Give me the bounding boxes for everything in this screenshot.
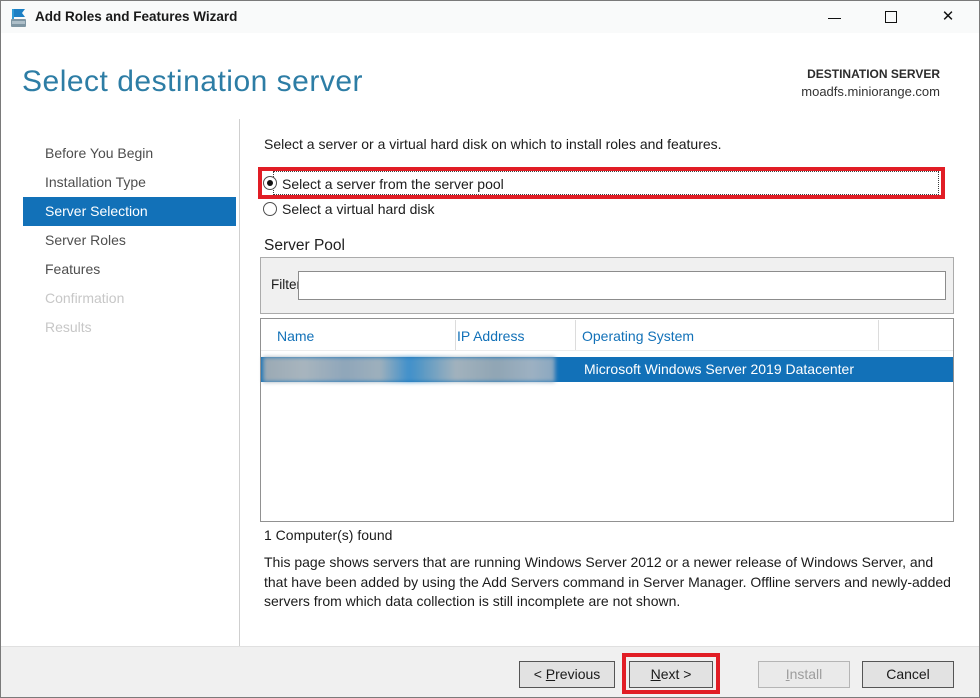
server-manager-icon [10, 8, 30, 28]
install-button: Install [758, 661, 850, 688]
radio-selected-dot [267, 180, 273, 186]
maximize-icon[interactable] [868, 1, 914, 32]
destination-server-name: moadfs.miniorange.com [801, 84, 940, 99]
minimize-icon[interactable] [811, 1, 857, 32]
close-icon[interactable]: ✕ [925, 1, 971, 32]
wizard-window: Add Roles and Features Wizard ✕ Select d… [0, 0, 980, 698]
next-button[interactable]: Next > [629, 661, 713, 688]
sidebar-item-server-roles[interactable]: Server Roles [23, 226, 236, 255]
filter-input[interactable] [298, 271, 946, 300]
computers-found-count: 1 Computer(s) found [264, 527, 392, 543]
filter-panel: Filter: [260, 257, 954, 314]
window-title: Add Roles and Features Wizard [35, 1, 237, 33]
server-pool-title: Server Pool [264, 237, 345, 255]
footer-bar: < Previous Next > Install Cancel [1, 646, 979, 698]
redacted-name-and-ip [263, 357, 555, 382]
page-description: This page shows servers that are running… [264, 553, 954, 612]
column-header-name[interactable]: Name [277, 319, 314, 350]
sidebar-item-server-selection[interactable]: Server Selection [23, 197, 236, 226]
destination-server-label: DESTINATION SERVER [801, 67, 940, 81]
sidebar-item-features[interactable]: Features [23, 255, 236, 284]
column-separator [455, 320, 456, 350]
server-pool-table: Name IP Address Operating System Microso… [260, 318, 954, 522]
sidebar-item-installation-type[interactable]: Installation Type [23, 168, 236, 197]
header-underline [261, 350, 953, 351]
sidebar-item-results: Results [23, 313, 236, 342]
sidebar-item-confirmation: Confirmation [23, 284, 236, 313]
column-header-operating-system[interactable]: Operating System [582, 319, 694, 350]
page-title: Select destination server [22, 65, 363, 99]
radio-select-vhd[interactable] [263, 202, 277, 216]
column-header-ip-address[interactable]: IP Address [457, 319, 524, 350]
row-operating-system: Microsoft Windows Server 2019 Datacenter [584, 357, 854, 382]
sidebar-item-before-you-begin[interactable]: Before You Begin [23, 139, 236, 168]
title-bar: Add Roles and Features Wizard ✕ [1, 1, 979, 33]
sidebar-divider [239, 119, 240, 646]
intro-text: Select a server or a virtual hard disk o… [264, 136, 722, 152]
previous-button[interactable]: < Previous [519, 661, 615, 688]
cancel-button[interactable]: Cancel [862, 661, 954, 688]
column-separator [878, 320, 879, 350]
radio-select-server-pool[interactable] [263, 176, 277, 190]
radio-select-server-pool-label[interactable]: Select a server from the server pool [282, 176, 504, 192]
table-row-selected-server[interactable]: Microsoft Windows Server 2019 Datacenter [261, 357, 953, 382]
column-separator [575, 320, 576, 350]
radio-select-vhd-label[interactable]: Select a virtual hard disk [282, 201, 435, 217]
destination-server-block: DESTINATION SERVER moadfs.miniorange.com [801, 67, 940, 99]
